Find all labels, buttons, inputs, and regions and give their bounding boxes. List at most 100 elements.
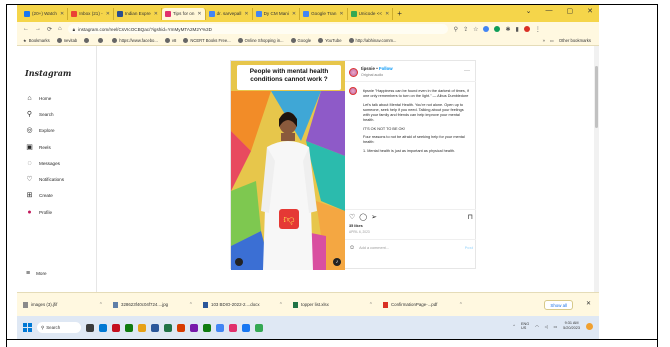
taskbar-app-icon[interactable] [138, 323, 146, 332]
browser-tab[interactable]: Google Tran ✕ [300, 7, 348, 20]
bookmark-item[interactable] [84, 38, 91, 43]
bookmarks-button[interactable]: ★ Bookmarks [23, 38, 50, 43]
more-button[interactable]: ≡ More [26, 270, 47, 277]
taskbar-app-icon[interactable] [216, 323, 224, 332]
close-window-button[interactable]: ✕ [587, 7, 593, 15]
more-options-icon[interactable]: ··· [464, 68, 470, 74]
maximize-button[interactable]: ▢ [567, 7, 574, 15]
download-item[interactable]: 103 BDIO-2022-2....docx ⌃ [203, 301, 283, 308]
close-tab-icon[interactable]: ✕ [60, 11, 64, 17]
scrollbar-thumb[interactable] [595, 66, 598, 128]
puzzle-icon[interactable]: ✱ [505, 26, 510, 33]
taskbar-app-icon[interactable] [229, 323, 237, 332]
extension-icon[interactable] [483, 26, 490, 32]
like-heart-icon[interactable]: ♡ [349, 213, 355, 221]
taskbar-app-icon[interactable] [164, 323, 172, 332]
post-username[interactable]: tipsnie [361, 66, 375, 71]
taskbar-app-icon[interactable] [112, 323, 120, 332]
show-all-downloads-button[interactable]: Show all [544, 300, 573, 310]
other-bookmarks[interactable]: » ▭ Other bookmarks [543, 38, 591, 43]
save-bookmark-icon[interactable]: ⊓ [468, 213, 473, 221]
mute-icon[interactable]: ♪ [333, 258, 341, 266]
bookmark-item[interactable]: v8 [164, 38, 176, 43]
like-count[interactable]: 35 likes [349, 224, 363, 228]
reel-video[interactable]: 👎︎ People with mental health conditions … [231, 61, 345, 270]
taskbar-app-icon[interactable] [86, 323, 94, 332]
browser-tab[interactable]: Indian Expre ✕ [114, 7, 162, 20]
comment-input[interactable]: Add a comment... [359, 246, 389, 250]
chevron-up-icon[interactable]: ^ [513, 324, 515, 328]
close-tab-icon[interactable]: ✕ [106, 11, 110, 17]
taskbar-app-icon[interactable] [203, 323, 211, 332]
bookmark-item[interactable]: nevitab [56, 38, 77, 43]
new-tab-button[interactable]: + [397, 9, 402, 18]
sidebar-item-messages[interactable]: ◌ Messages [26, 155, 64, 171]
bookmark-item[interactable]: http://abhinav.comm... [348, 38, 396, 43]
taskbar-app-icon[interactable] [151, 323, 159, 332]
chevron-up-icon[interactable]: ⌃ [279, 302, 283, 308]
sidebar-item-profile[interactable]: ● Profile [26, 204, 64, 220]
bookmark-item[interactable]: https://www.facebo... [112, 38, 158, 43]
share-icon[interactable]: ⇪ [463, 26, 468, 33]
chevron-up-icon[interactable]: ⌃ [459, 302, 463, 308]
taskbar-app-icon[interactable] [190, 323, 198, 332]
star-icon[interactable]: ☆ [473, 26, 478, 33]
minimize-button[interactable]: — [546, 7, 553, 15]
browser-tab[interactable]: Inbox (21) - ✕ [68, 7, 114, 20]
reload-icon[interactable]: ⟳ [47, 26, 52, 33]
extension-icon[interactable] [494, 26, 501, 32]
zoom-icon[interactable]: ⚲ [454, 26, 458, 33]
sidebar-icon[interactable]: ▮ [516, 26, 519, 33]
audio-avatar-icon[interactable] [235, 258, 243, 266]
close-tab-icon[interactable]: ✕ [339, 11, 343, 17]
bookmark-item[interactable]: NCERT Books Free... [183, 38, 231, 43]
forward-icon[interactable]: → [35, 26, 41, 32]
download-item[interactable]: ConfirmationPage-...pdf ⌃ [383, 301, 463, 308]
wifi-icon[interactable]: ◠ [535, 324, 538, 329]
menu-dots-icon[interactable]: ⋮ [535, 26, 541, 33]
sidebar-item-reels[interactable]: ▣ Reels [26, 139, 64, 155]
profile-avatar-icon[interactable] [523, 26, 530, 32]
close-tab-icon[interactable]: ✕ [385, 11, 389, 17]
taskbar-app-icon[interactable] [242, 323, 250, 332]
taskbar-app-icon[interactable] [125, 323, 133, 332]
caption-avatar[interactable] [349, 87, 357, 95]
browser-tab[interactable]: Tips for on ✕ [161, 7, 206, 20]
language-indicator[interactable]: ENG US [521, 322, 529, 331]
download-item[interactable]: topper list.xlsx ⌃ [293, 301, 373, 308]
post-comment-button[interactable]: Post [465, 246, 473, 250]
original-audio-link[interactable]: Original audio [361, 73, 383, 77]
share-paper-plane-icon[interactable]: ➢ [371, 213, 377, 221]
chevron-up-icon[interactable]: ⌃ [99, 302, 103, 308]
home-browser-icon[interactable]: ⌂ [58, 26, 62, 32]
taskbar-app-icon[interactable] [99, 323, 107, 332]
browser-tab[interactable]: Unicode << ✕ [348, 7, 394, 20]
close-tab-icon[interactable]: ✕ [197, 11, 201, 17]
emoji-icon[interactable]: ☺ [349, 245, 355, 251]
chevron-up-icon[interactable]: ⌃ [189, 302, 193, 308]
close-tab-icon[interactable]: ✕ [244, 11, 248, 17]
battery-icon[interactable]: ▭ [554, 324, 558, 329]
taskbar-app-icon[interactable] [177, 323, 185, 332]
bookmark-item[interactable]: Google [290, 38, 311, 43]
taskbar-app-icon[interactable] [255, 323, 263, 332]
sidebar-item-search[interactable]: ⚲ Search [26, 106, 64, 122]
browser-tab[interactable]: Dy CM Mani ✕ [253, 7, 301, 20]
bookmark-item[interactable]: Online Shopping in... [237, 38, 284, 43]
address-bar[interactable]: 🔒︎ instagram.com/reel/CsVIcOCBQac/?igshi… [67, 24, 448, 34]
sidebar-item-create[interactable]: ⊞ Create [26, 188, 64, 204]
taskbar-search[interactable]: ⚲ Search [37, 322, 81, 333]
back-icon[interactable]: ← [23, 26, 29, 32]
browser-tab[interactable]: dr. sarvepall ✕ [206, 7, 253, 20]
browser-tab[interactable]: (20+) Watch ✕ [21, 7, 69, 20]
download-item[interactable]: images (3).jfif ⌃ [23, 301, 103, 308]
follow-button[interactable]: Follow [379, 66, 393, 71]
close-tab-icon[interactable]: ✕ [154, 11, 158, 17]
bookmark-item[interactable]: YouTube [318, 38, 342, 43]
instagram-logo[interactable]: Instagram [25, 68, 71, 78]
windows-start-icon[interactable] [23, 323, 32, 332]
close-tab-icon[interactable]: ✕ [292, 11, 296, 17]
download-item[interactable]: 328623f40c04f724....jpg ⌃ [113, 301, 193, 308]
sidebar-item-notifications[interactable]: ♡ Notifications [26, 171, 64, 187]
chevron-up-icon[interactable]: ⌃ [369, 302, 373, 308]
